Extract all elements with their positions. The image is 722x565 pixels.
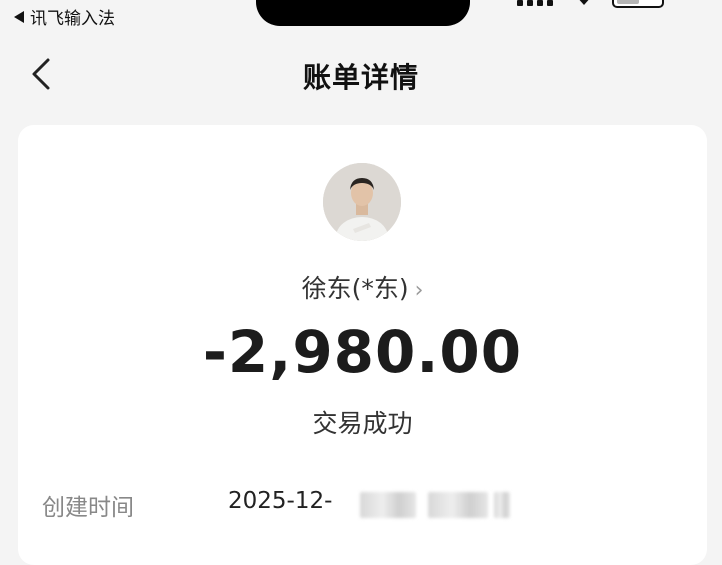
cellular-signal-icon xyxy=(517,0,553,6)
navigation-bar: 账单详情 xyxy=(0,48,722,104)
transaction-status: 交易成功 xyxy=(312,409,413,438)
detail-value: 2025-12- xyxy=(228,488,333,514)
page-title: 账单详情 xyxy=(302,61,419,94)
return-app-label: 讯飞输入法 xyxy=(30,9,115,29)
chevron-right-icon: › xyxy=(414,278,424,303)
return-to-app[interactable]: 讯飞输入法 xyxy=(14,4,115,29)
blurred-redaction xyxy=(428,492,488,518)
back-triangle-icon xyxy=(14,10,24,23)
payee-label: 徐东(*东) xyxy=(301,274,409,303)
avatar[interactable] xyxy=(323,163,401,241)
detail-label: 创建时间 xyxy=(42,495,134,521)
detail-row-created-time: 创建时间 2025-12- xyxy=(42,488,682,522)
transaction-amount: -2,980.00 xyxy=(202,318,523,386)
person-photo-icon xyxy=(323,163,401,241)
battery-icon xyxy=(612,0,664,8)
dynamic-island xyxy=(256,0,470,26)
status-bar: 讯飞输入法 xyxy=(0,0,722,36)
bill-detail-card: 徐东(*东) › -2,980.00 交易成功 创建时间 2025-12- xyxy=(18,125,707,565)
wifi-icon xyxy=(576,0,592,5)
blurred-redaction xyxy=(360,492,416,518)
blurred-redaction xyxy=(494,492,510,518)
payee-name[interactable]: 徐东(*东) › xyxy=(18,269,707,305)
